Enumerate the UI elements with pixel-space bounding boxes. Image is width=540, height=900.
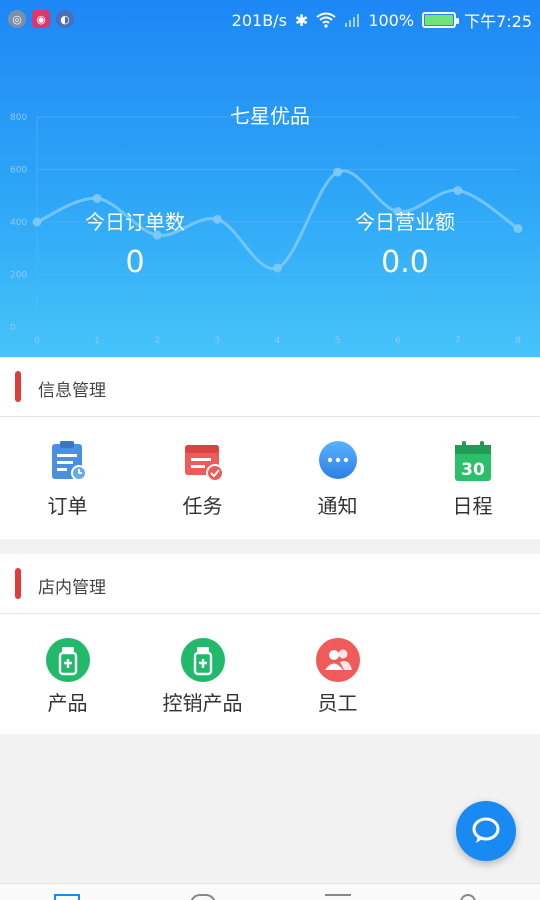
data-point [453,186,463,195]
chat-icon [472,817,500,843]
calendar-icon: 30 [451,439,495,483]
data-point [513,224,523,234]
x-tick-label: 4 [275,336,281,346]
home-tab-icon[interactable] [54,894,80,900]
status-bar: ◎ ◉ ◐ 201B/s ✱ 100% 下午7:25 [0,0,540,40]
x-tick-label: 2 [154,336,160,346]
app-notification-icon: ◉ [32,10,50,28]
x-tick-label: 6 [395,336,401,346]
bluetooth-icon: ✱ [294,10,309,30]
section-title: 信息管理 [38,381,106,401]
products-tile[interactable]: 产品 [0,614,135,734]
store-management-section: 店内管理 产品 控销产品 员工 [0,554,540,734]
orders-stat: 今日订单数 0 [35,206,235,280]
tile-label: 通知 [317,494,358,518]
tile-label: 任务 [182,494,223,518]
orders-label: 今日订单数 [85,210,185,234]
y-tick-label: 200 [10,271,27,281]
tile-label: 日程 [452,494,493,518]
data-point [92,193,102,203]
bottle-icon [45,638,90,682]
revenue-label: 今日营业额 [355,210,455,234]
revenue-value: 0.0 [381,245,429,280]
x-tick-label: 8 [515,336,521,346]
staff-icon [315,638,360,682]
battery-level [425,15,454,25]
tile-label: 员工 [317,691,358,715]
x-tick-label: 1 [94,336,100,346]
data-point [333,167,343,177]
staff-tile[interactable]: 员工 [270,614,405,734]
bottle-icon [180,638,225,682]
x-tick-label: 0 [34,336,40,346]
section-header: 店内管理 [0,554,540,614]
task-icon [181,439,225,483]
section-title: 店内管理 [38,578,106,598]
bottom-tab-bar [0,883,540,900]
tile-label: 产品 [47,691,88,715]
calendar-number: 30 [461,460,485,480]
signal-icon [345,14,360,27]
x-tick-label: 7 [455,336,461,346]
orders-tile[interactable]: 订单 [0,417,135,537]
data-point [273,263,282,273]
y-tick-label: 0 [10,323,16,333]
profile-tab-icon[interactable] [460,894,476,900]
tile-label: 订单 [47,494,88,518]
battery-icon [422,12,460,28]
app-notification-icon: ◐ [56,10,74,28]
app-notification-icon: ◎ [8,10,26,28]
chat-fab-button[interactable] [456,801,516,861]
clock: 下午7:25 [464,12,532,31]
section-header: 信息管理 [0,357,540,417]
network-speed: 201B/s [231,10,287,30]
controlled-products-tile[interactable]: 控销产品 [135,614,270,734]
info-management-section: 信息管理 订单 任务 通知 30 日程 [0,357,540,539]
schedule-tile[interactable]: 30 日程 [405,417,540,537]
header-panel: ◎ ◉ ◐ 201B/s ✱ 100% 下午7:25 0 200 400 6 00… [0,0,540,357]
tile-label: 控销产品 [162,691,243,715]
notices-tile[interactable]: 通知 [270,417,405,537]
x-tick-label: 3 [215,336,221,346]
tasks-tile[interactable]: 任务 [135,417,270,537]
message-tab-icon[interactable] [325,894,351,900]
revenue-stat: 今日营业额 0.0 [305,206,505,280]
chat-bubble-icon [316,439,360,483]
orders-value: 0 [125,245,145,280]
discover-tab-icon[interactable] [190,894,216,900]
y-tick-label: 400 [10,218,27,228]
y-tick-label: 600 [10,166,27,176]
battery-percent: 100% [368,10,415,30]
page-title: 七星优品 [230,104,310,128]
section-marker [15,568,21,599]
wifi-icon [316,12,336,28]
section-marker [15,371,21,402]
clipboard-icon [46,439,90,483]
x-tick-label: 5 [335,336,341,346]
